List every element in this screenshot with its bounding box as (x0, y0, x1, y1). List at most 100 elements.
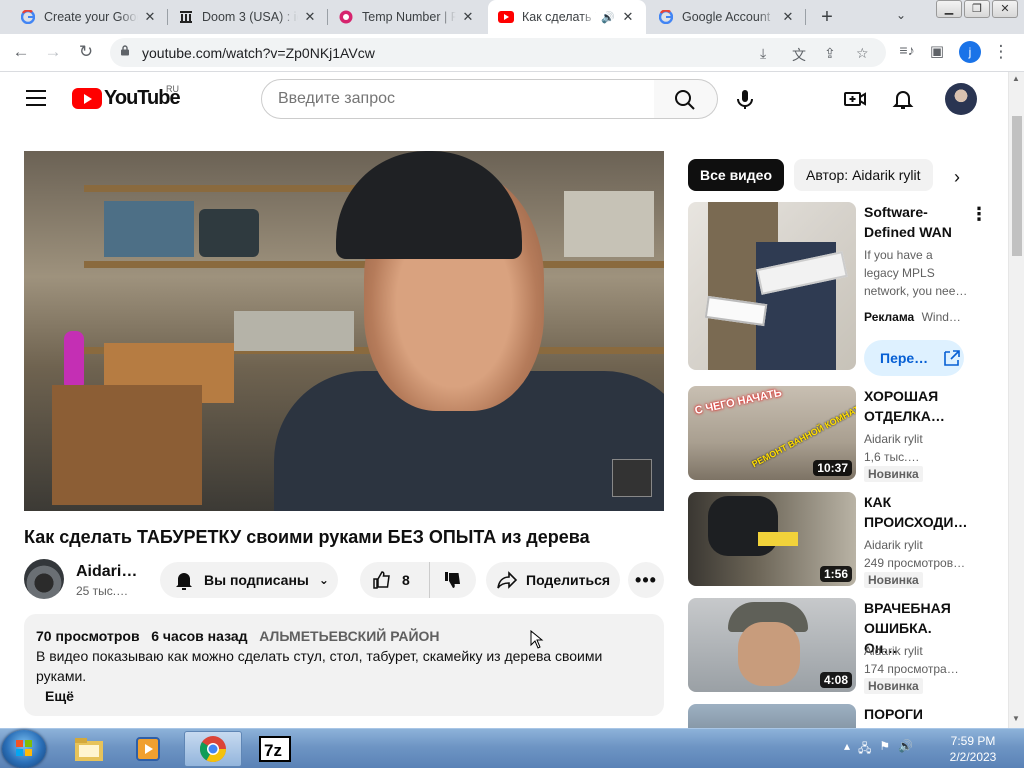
taskbar-7zip[interactable]: 7z (246, 731, 304, 767)
recommendation-item[interactable]: С ЧЕГО НАЧАТЬ РЕМОНТ ВАННОЙ КОМНАТЫ 10:3… (688, 386, 988, 482)
side-panel-icon[interactable]: ▣ (926, 42, 948, 60)
window-controls: ▁ ❐ ✕ (936, 0, 1018, 18)
close-icon[interactable]: ✕ (142, 9, 158, 25)
volume-icon[interactable]: 🔊 (898, 739, 913, 760)
taskbar-media-player[interactable] (120, 731, 178, 767)
ad-text: If you have a legacy MPLS network, you n… (864, 248, 968, 298)
ad-advertiser: Wind… (921, 310, 961, 324)
account-avatar[interactable] (945, 83, 977, 115)
reload-icon[interactable]: ↻ (75, 42, 97, 62)
close-icon[interactable]: ✕ (780, 9, 796, 25)
description-box[interactable]: 70 просмотров 6 часов назад АЛЬМЕТЬЕВСКИ… (24, 614, 664, 716)
recommendation-item[interactable]: ПОРОГИ (688, 704, 988, 728)
filter-chips: Все видео Автор: Aidarik rylit (688, 159, 933, 191)
chrome-menu-icon[interactable]: ⋮ (990, 42, 1012, 62)
browser-toolbar: ← → ↻ youtube.com/watch?v=Zp0NKj1AVcw ⤓ … (0, 34, 1024, 72)
tab-youtube-video[interactable]: Как сделать Т 🔊 ✕ (488, 0, 646, 34)
search-icon (675, 90, 695, 110)
external-link-icon (944, 350, 960, 366)
video-title: Как сделать ТАБУРЕТКУ своими руками БЕЗ … (24, 527, 590, 547)
dislike-button[interactable] (430, 562, 476, 598)
voice-search-button[interactable] (726, 80, 764, 118)
youtube-logo[interactable]: YouTube RU (72, 84, 181, 110)
microphone-icon (737, 90, 753, 109)
chip-author[interactable]: Автор: Aidarik rylit (794, 159, 933, 191)
google-icon (658, 9, 674, 25)
share-icon (497, 571, 518, 589)
address-bar[interactable]: youtube.com/watch?v=Zp0NKj1AVcw ⤓ 文 ⇪ ☆ (110, 38, 886, 67)
start-button[interactable] (2, 730, 46, 768)
taskbar-clock[interactable]: 7:59 PM 2/2/2023 (930, 733, 1016, 765)
tab-doom3[interactable]: Doom 3 (USA) : id ✕ (168, 0, 328, 34)
tab-temp-number[interactable]: Temp Number | Fr ✕ (328, 0, 486, 34)
speaker-icon[interactable]: 🔊 (600, 11, 616, 24)
show-hidden-icons[interactable]: ▴ (844, 739, 850, 760)
archive-icon (178, 9, 194, 25)
translate-icon[interactable]: 文 (792, 45, 806, 65)
video-player[interactable] (24, 151, 664, 511)
tab-create-google-account[interactable]: Create your Goog ✕ (10, 0, 168, 34)
forward-icon[interactable]: → (42, 42, 64, 62)
close-icon[interactable]: ✕ (302, 9, 318, 25)
youtube-page: YouTube RU Как сделать ТАБУРЕТКУ своими … (0, 72, 1008, 728)
chip-all-videos[interactable]: Все видео (688, 159, 785, 191)
temp-number-icon (338, 9, 354, 25)
scroll-down-icon[interactable]: ▼ (1012, 714, 1020, 723)
tab-google-account[interactable]: Google Account ✕ (648, 0, 806, 34)
minimize-button[interactable]: ▁ (936, 0, 962, 18)
location-link[interactable]: АЛЬМЕТЬЕВСКИЙ РАЙОН (259, 628, 439, 644)
video-thumbnail: 1:56 (688, 492, 856, 586)
recommendation-item[interactable]: 1:56 КАК ПРОИСХОДИ… Aidarik rylit 249 пр… (688, 492, 988, 588)
share-page-icon[interactable]: ⇪ (824, 45, 836, 62)
rec-views: 174 просмотра… (864, 662, 959, 676)
rec-channel: Aidarik rylit (864, 538, 923, 552)
scrollbar-thumb[interactable] (1012, 116, 1022, 256)
more-actions-button[interactable]: ••• (628, 562, 664, 598)
close-icon[interactable]: ✕ (460, 9, 476, 25)
taskbar-chrome[interactable] (184, 731, 242, 767)
notifications-bell-icon[interactable] (890, 86, 916, 112)
browser-tab-strip: Create your Goog ✕ Doom 3 (USA) : id ✕ T… (0, 0, 1024, 34)
recommendation-item[interactable]: 4:08 ВРАЧЕБНАЯ ОШИБКА. Он… Aidarik rylit… (688, 598, 988, 694)
search-input[interactable] (262, 80, 654, 118)
profile-avatar[interactable]: j (959, 41, 981, 63)
rec-title: ПОРОГИ (864, 706, 923, 722)
action-center-flag-icon[interactable]: ⚑ (879, 739, 890, 760)
scroll-up-icon[interactable]: ▲ (1012, 74, 1020, 83)
rec-views: 1,6 тыс.… (864, 450, 920, 464)
rec-channel: Aidarik rylit (864, 644, 923, 658)
install-icon[interactable]: ⤓ (760, 45, 766, 62)
like-button[interactable]: 8 (360, 562, 430, 598)
window-close-button[interactable]: ✕ (992, 0, 1018, 18)
new-badge: Новинка (864, 572, 923, 588)
share-button[interactable]: Поделиться (486, 562, 620, 598)
show-more-button[interactable]: Ещё (45, 686, 652, 706)
media-control-icon[interactable]: ≡♪ (896, 42, 918, 58)
tab-search-icon[interactable]: ⌄ (896, 8, 906, 22)
bell-icon (176, 573, 192, 590)
back-icon[interactable]: ← (10, 42, 32, 62)
taskbar-explorer[interactable] (60, 731, 118, 767)
new-badge: Новинка (864, 466, 923, 482)
bookmark-star-icon[interactable]: ☆ (856, 45, 869, 62)
search-button[interactable] (654, 79, 718, 119)
restore-button[interactable]: ❐ (964, 0, 990, 18)
upload-age: 6 часов назад (151, 628, 248, 644)
close-icon[interactable]: ✕ (620, 9, 636, 25)
video-thumbnail (688, 704, 856, 728)
chevron-right-icon[interactable]: › (954, 167, 960, 188)
rec-title: ХОРОШАЯ ОТДЕЛКА… (864, 388, 945, 424)
ad-title: Software-Defined WAN (864, 204, 952, 240)
view-count: 70 просмотров (36, 628, 140, 644)
new-tab-button[interactable]: + (814, 5, 840, 29)
ad-more-icon[interactable]: ⋮ (970, 204, 988, 225)
ad-visit-button[interactable]: Пере… (864, 340, 964, 376)
channel-name[interactable]: Aidari… (76, 563, 137, 581)
duration-badge: 4:08 (819, 672, 852, 688)
menu-icon[interactable] (26, 90, 46, 106)
network-icon[interactable]: 🖧 (858, 739, 871, 760)
create-video-icon[interactable] (842, 86, 868, 112)
channel-avatar[interactable] (24, 559, 64, 599)
page-scrollbar[interactable]: ▲ ▼ (1008, 72, 1024, 728)
subscribed-button[interactable]: Вы подписаны ⌄ (160, 562, 338, 598)
